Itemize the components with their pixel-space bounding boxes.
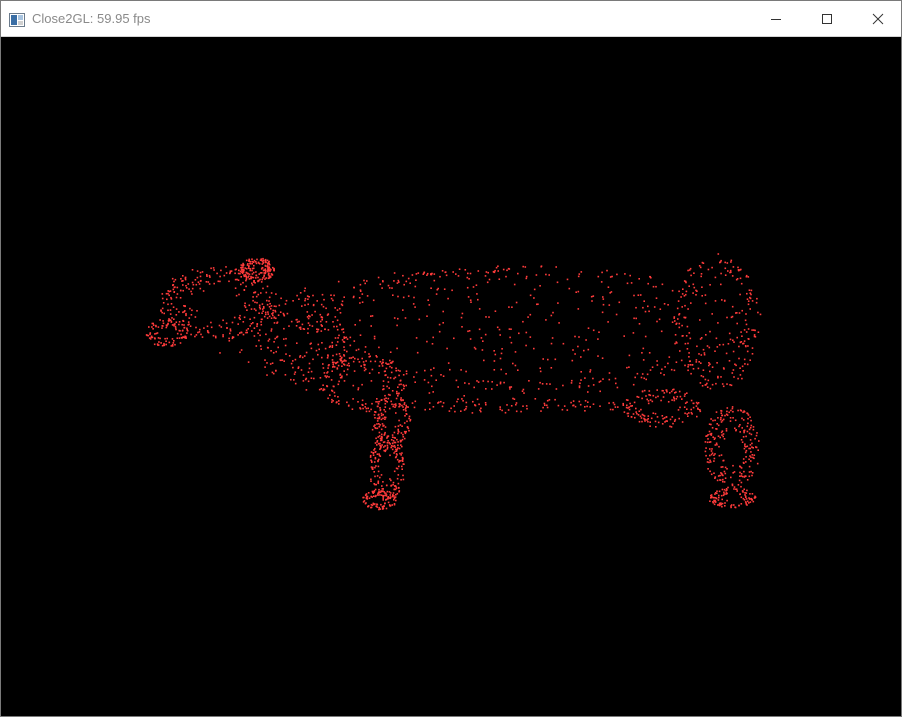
maximize-button[interactable] xyxy=(804,1,850,37)
title-bar[interactable]: Close2GL: 59.95 fps xyxy=(1,1,901,37)
point-cloud xyxy=(145,253,762,511)
render-viewport[interactable] xyxy=(1,37,901,716)
close-icon xyxy=(872,10,884,29)
minimize-icon xyxy=(770,10,782,29)
cow-point-cloud xyxy=(145,253,762,511)
close-button[interactable] xyxy=(855,1,901,37)
minimize-button[interactable] xyxy=(753,1,799,37)
app-icon xyxy=(9,12,25,27)
maximize-icon xyxy=(821,10,833,29)
window-title: Close2GL: 59.95 fps xyxy=(32,11,151,26)
app-window: Close2GL: 59.95 fps xyxy=(0,0,902,717)
